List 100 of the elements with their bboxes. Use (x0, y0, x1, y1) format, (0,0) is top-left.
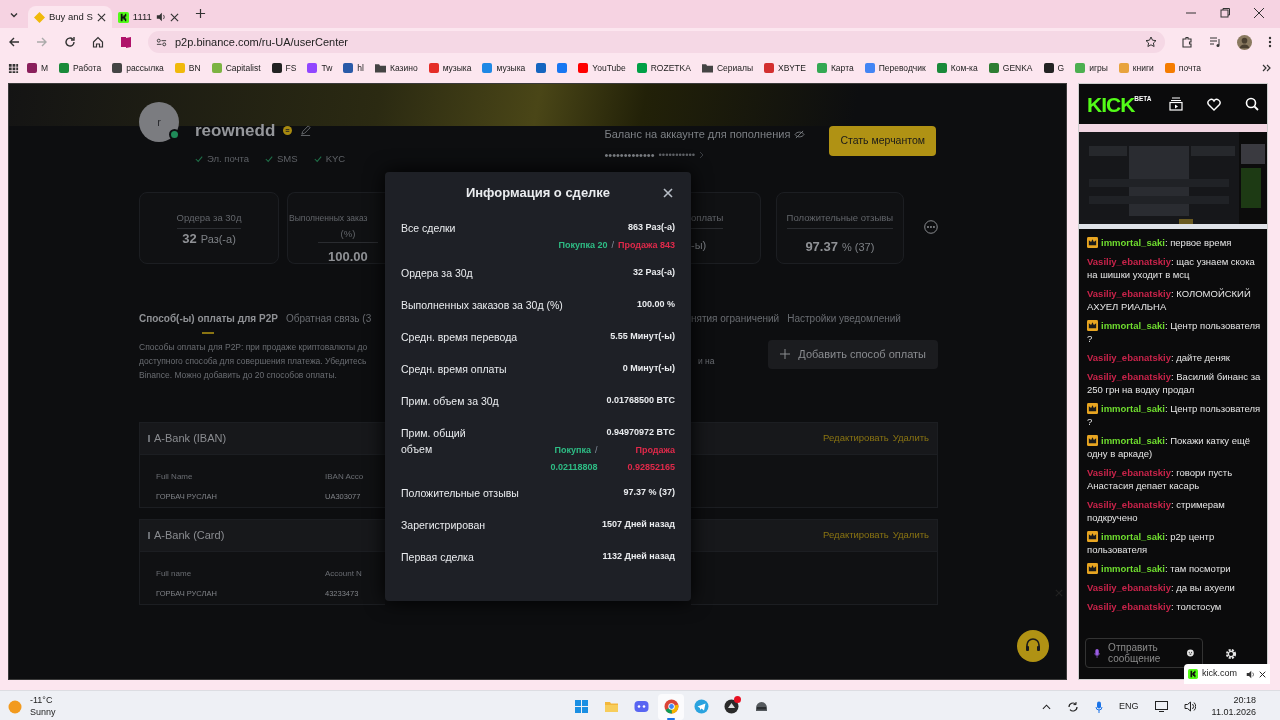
separator: / (611, 238, 614, 252)
bookmark[interactable]: рассылка (112, 61, 164, 75)
bookmark[interactable]: игры (1075, 61, 1108, 75)
bookmark[interactable]: почта (1164, 61, 1201, 75)
action-link[interactable]: Редактировать (823, 431, 889, 446)
settings-icon[interactable] (1225, 648, 1237, 660)
bookmark[interactable]: Переводчик (864, 61, 926, 75)
apps-grid-icon[interactable] (8, 62, 19, 74)
bookmark[interactable]: XBYTE (764, 61, 806, 75)
back-icon[interactable] (8, 36, 20, 48)
start-icon (573, 699, 589, 714)
close-icon[interactable] (1254, 8, 1264, 18)
eye-slash-icon[interactable] (794, 129, 806, 139)
bookmark[interactable]: Ком-ка (936, 61, 978, 75)
close-icon[interactable] (1259, 670, 1266, 678)
bookmark[interactable]: ROZETKA (636, 61, 691, 75)
bookmark[interactable]: FS (271, 61, 297, 75)
bookmark[interactable]: M (27, 61, 49, 75)
book-icon[interactable] (120, 36, 132, 48)
menu-icon[interactable] (1268, 36, 1272, 48)
page-tab[interactable]: Настройки уведомлений (787, 313, 901, 324)
video-library-icon[interactable] (1169, 97, 1183, 111)
bookmark-icon[interactable] (557, 63, 568, 73)
reload-icon[interactable] (64, 36, 76, 48)
puzzle-icon[interactable] (1181, 36, 1193, 48)
emoji-icon[interactable] (1187, 648, 1194, 658)
bookmark[interactable]: G (1043, 61, 1065, 75)
page-tab[interactable]: Способ(-ы) оплаты для P2P (139, 313, 278, 324)
bookmark[interactable]: BN (174, 61, 201, 75)
speaker-icon[interactable] (1183, 701, 1196, 712)
edit-icon[interactable] (300, 125, 312, 137)
site-info-icon[interactable] (156, 36, 167, 48)
action-link[interactable]: Редактировать (823, 528, 889, 543)
masked-balance: ••••••••••• (658, 147, 696, 162)
microphone-icon[interactable] (1095, 700, 1104, 713)
heart-icon[interactable] (1207, 97, 1221, 111)
chat-message: Vasiliy_ebanatskiy: Василий бинанс за 250 грн на водку продал (1087, 370, 1262, 397)
speaker-icon[interactable] (1246, 669, 1255, 679)
more-icon[interactable] (924, 220, 938, 234)
field-label: Account N (325, 568, 363, 580)
check-icon (265, 154, 274, 163)
star-icon[interactable] (1145, 36, 1157, 48)
description-text: Binance. Можно добавить до 20 способов оплаты. (139, 369, 338, 382)
maximize-icon[interactable] (1220, 8, 1230, 18)
info-value: 863 Раз(-а) (628, 221, 675, 234)
sell-label: Продажа (635, 443, 675, 457)
bookmark[interactable]: Казино (375, 61, 418, 75)
bookmark[interactable]: Tw (307, 61, 333, 75)
verification-label: SMS (277, 151, 298, 166)
bank-marker (148, 532, 150, 539)
browser-tab[interactable]: Buy and S (28, 6, 112, 28)
merchant-button[interactable]: Стать мерчантом (829, 126, 936, 156)
sun-icon (8, 699, 22, 714)
bookmark[interactable]: Сериалы (701, 61, 754, 75)
media-icon[interactable] (1209, 36, 1221, 48)
page-tab[interactable]: нятия ограничений (691, 313, 780, 324)
new-tab-icon[interactable] (194, 8, 206, 19)
more-bookmarks-icon[interactable] (1262, 63, 1272, 73)
avatar-icon[interactable] (1237, 34, 1252, 50)
clock-date[interactable]: 11.01.2026 (1211, 706, 1256, 718)
monitor-icon[interactable] (1154, 701, 1168, 712)
folder-icon (603, 699, 619, 714)
close-icon[interactable] (96, 12, 106, 22)
microphone-icon (1094, 646, 1101, 660)
info-label: Средн. время оплаты (401, 362, 507, 377)
bookmark[interactable]: YouTube (578, 61, 626, 75)
bookmark[interactable]: Capitalist (211, 61, 261, 75)
bookmark[interactable]: Работа (59, 61, 102, 75)
home-icon[interactable] (92, 36, 104, 48)
bookmark[interactable]: книги (1118, 61, 1154, 75)
info-value: 0.94970972 BTC (606, 426, 675, 439)
stat-value: -ы) (691, 238, 707, 254)
close-icon[interactable] (663, 188, 673, 198)
chevron-up-icon[interactable] (1042, 703, 1052, 710)
clock-time[interactable]: 20:18 (1211, 695, 1256, 707)
action-link[interactable]: Удалить (892, 528, 929, 543)
username: reownedd (195, 120, 276, 142)
browser-tab[interactable]: 1111 (111, 6, 185, 28)
language-indicator[interactable]: ENG (1119, 699, 1139, 714)
bookmark[interactable]: музыка (428, 61, 472, 75)
search-icon[interactable] (1245, 97, 1259, 111)
bank-name: A-Bank (IBAN) (154, 431, 227, 447)
speaker-icon[interactable] (155, 12, 166, 22)
chat-message: Vasiliy_ebanatskiy: говори пусть Анастасия депает касарь (1087, 466, 1234, 493)
add-payment-button[interactable]: Добавить способ оплаты (768, 340, 938, 369)
bookmark[interactable]: музыка (482, 61, 526, 75)
chat-message: immortal_saki: Центр пользователя ? (1087, 319, 1262, 346)
bookmark[interactable]: hl (343, 61, 364, 75)
buy-count: Покупка 20 (558, 238, 608, 252)
sync-icon[interactable] (1067, 700, 1080, 713)
help-button[interactable] (1017, 630, 1049, 662)
bookmark[interactable]: GENKA (988, 61, 1033, 75)
bookmark[interactable]: Карта (816, 61, 854, 75)
bookmark-icon[interactable] (536, 63, 547, 73)
action-link[interactable]: Удалить (892, 431, 929, 446)
page-tab[interactable]: Обратная связь (3 (285, 313, 372, 324)
verification-label: Эл. почта (207, 151, 250, 166)
chat-message: immortal_saki: Центр пользователя ? (1087, 402, 1262, 429)
chat-message: Vasiliy_ebanatskiy: дайте деняк (1087, 351, 1231, 365)
close-icon[interactable] (169, 12, 179, 22)
